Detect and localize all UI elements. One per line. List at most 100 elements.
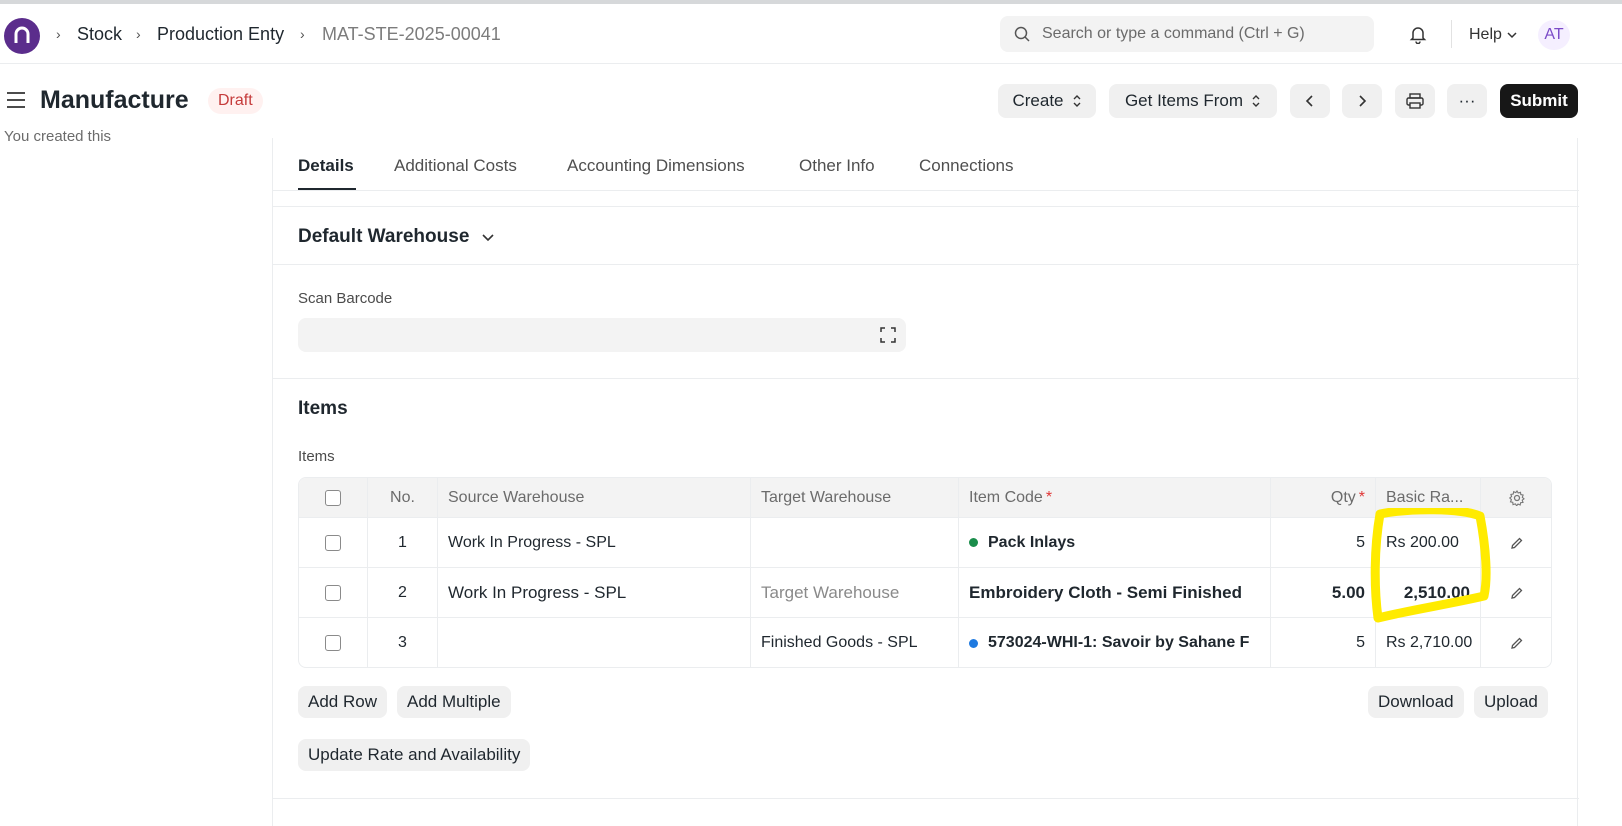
activity-text: You created this: [4, 128, 112, 145]
target-warehouse-cell[interactable]: [751, 518, 959, 567]
search-bar[interactable]: [1000, 16, 1374, 52]
download-button[interactable]: Download: [1368, 686, 1464, 718]
items-section-title: Items: [298, 398, 348, 419]
item-code-value: 573024-WHI-1: Savoir by Sahane F: [988, 634, 1250, 651]
row-no: 3: [368, 618, 438, 667]
page-title: Manufacture: [40, 86, 189, 114]
chevron-right-icon: ›: [136, 26, 141, 42]
navbar: › Stock › Production Enty › MAT-STE-2025…: [0, 4, 1622, 64]
default-warehouse-section-header[interactable]: Default Warehouse: [298, 226, 495, 248]
qty-cell[interactable]: 5: [1271, 518, 1376, 567]
section-divider: [273, 798, 1579, 799]
pencil-icon: [1511, 637, 1523, 649]
header-target-warehouse: Target Warehouse: [751, 478, 959, 517]
chevron-down-icon: [1507, 32, 1517, 39]
chevron-right-icon: ›: [300, 26, 305, 42]
upload-button[interactable]: Upload: [1474, 686, 1548, 718]
row-no: 2: [368, 568, 438, 617]
item-code-cell[interactable]: Embroidery Cloth - Semi Finished: [959, 568, 1271, 617]
submit-button[interactable]: Submit: [1500, 84, 1578, 118]
header-source-warehouse: Source Warehouse: [438, 478, 751, 517]
add-multiple-button[interactable]: Add Multiple: [397, 686, 511, 718]
chevron-right-icon: ›: [56, 26, 61, 42]
row-select-cell: [299, 518, 368, 567]
qty-cell[interactable]: 5: [1271, 618, 1376, 667]
source-warehouse-cell[interactable]: [438, 618, 751, 667]
hamburger-menu-icon[interactable]: [6, 91, 26, 114]
help-label: Help: [1469, 26, 1502, 43]
header-no: No.: [368, 478, 438, 517]
row-checkbox[interactable]: [325, 635, 341, 651]
table-row[interactable]: 1 Work In Progress - SPL Pack Inlays 5 R…: [299, 518, 1551, 568]
logo-icon: [14, 26, 30, 43]
search-icon: [1014, 26, 1030, 42]
qty-cell[interactable]: 5.00: [1271, 568, 1376, 617]
previous-button[interactable]: [1290, 84, 1330, 118]
gear-icon: [1509, 489, 1525, 506]
items-table: No. Source Warehouse Target Warehouse It…: [298, 477, 1552, 668]
pencil-icon: [1511, 587, 1523, 599]
header-qty: Qty *: [1271, 478, 1376, 517]
more-actions-button[interactable]: ···: [1447, 84, 1487, 118]
status-dot: [969, 538, 978, 547]
tab-bar: Details Additional Costs Accounting Dime…: [273, 138, 1579, 191]
create-label: Create: [1012, 91, 1064, 110]
select-all-checkbox[interactable]: [325, 489, 341, 506]
form-card: Details Additional Costs Accounting Dime…: [272, 138, 1579, 826]
breadcrumb-production-entry[interactable]: Production Enty: [157, 24, 284, 45]
scan-barcode-input[interactable]: [298, 318, 906, 352]
search-input[interactable]: [1042, 25, 1362, 43]
breadcrumb-document: MAT-STE-2025-00041: [322, 24, 501, 44]
row-checkbox[interactable]: [325, 534, 341, 551]
pencil-icon: [1511, 537, 1523, 549]
section-divider: [273, 264, 1579, 265]
section-divider: [273, 206, 1579, 207]
print-button[interactable]: [1395, 84, 1435, 118]
status-dot: [969, 638, 978, 648]
item-code-value: Pack Inlays: [988, 533, 1076, 551]
scan-icon[interactable]: [880, 327, 896, 343]
breadcrumb-stock[interactable]: Stock: [77, 24, 122, 45]
chevron-down-icon: [482, 234, 494, 242]
add-row-button[interactable]: Add Row: [298, 686, 387, 718]
tab-other-info[interactable]: Other Info: [799, 156, 875, 176]
get-items-from-label: Get Items From: [1124, 91, 1244, 110]
edit-row-button[interactable]: [1481, 618, 1551, 667]
source-warehouse-cell[interactable]: Work In Progress - SPL: [438, 568, 751, 617]
avatar[interactable]: AT: [1538, 20, 1570, 50]
get-items-from-button[interactable]: Get Items From: [1109, 84, 1277, 118]
printer-icon: [1406, 93, 1424, 109]
basic-rate-cell[interactable]: Rs 2,710.00: [1376, 618, 1481, 667]
source-warehouse-cell[interactable]: Work In Progress - SPL: [438, 518, 751, 567]
bell-icon[interactable]: [1408, 24, 1428, 49]
tab-details[interactable]: Details: [298, 156, 354, 176]
row-checkbox[interactable]: [325, 584, 341, 601]
target-warehouse-cell[interactable]: Finished Goods - SPL: [751, 618, 959, 667]
create-button[interactable]: Create: [998, 84, 1096, 118]
row-select-cell: [299, 618, 368, 667]
select-arrows-icon: [1252, 95, 1260, 107]
status-badge: Draft: [208, 88, 263, 114]
tab-additional-costs[interactable]: Additional Costs: [394, 156, 517, 176]
table-row[interactable]: 2 Work In Progress - SPL Target Warehous…: [299, 568, 1551, 618]
header-item-code: Item Code *: [959, 478, 1271, 517]
divider: [1451, 20, 1452, 48]
header-qty-label: Qty: [1330, 488, 1356, 506]
item-code-cell[interactable]: Pack Inlays: [959, 518, 1271, 567]
item-code-cell[interactable]: 573024-WHI-1: Savoir by Sahane F: [959, 618, 1271, 667]
table-row[interactable]: 3 Finished Goods - SPL 573024-WHI-1: Sav…: [299, 618, 1551, 667]
required-indicator: *: [1358, 488, 1365, 506]
app-logo[interactable]: [4, 18, 40, 54]
row-select-cell: [299, 568, 368, 617]
header-item-code-label: Item Code: [969, 488, 1043, 506]
tab-connections[interactable]: Connections: [919, 156, 1014, 176]
row-no: 1: [368, 518, 438, 567]
table-header: No. Source Warehouse Target Warehouse It…: [299, 478, 1551, 518]
tab-accounting-dimensions[interactable]: Accounting Dimensions: [567, 156, 745, 176]
target-warehouse-input[interactable]: Target Warehouse: [751, 568, 959, 617]
highlight-annotation: [1370, 508, 1491, 623]
next-button[interactable]: [1342, 84, 1382, 118]
update-rate-button[interactable]: Update Rate and Availability: [298, 739, 531, 771]
help-menu[interactable]: Help: [1469, 26, 1518, 44]
required-indicator: *: [1045, 488, 1053, 506]
